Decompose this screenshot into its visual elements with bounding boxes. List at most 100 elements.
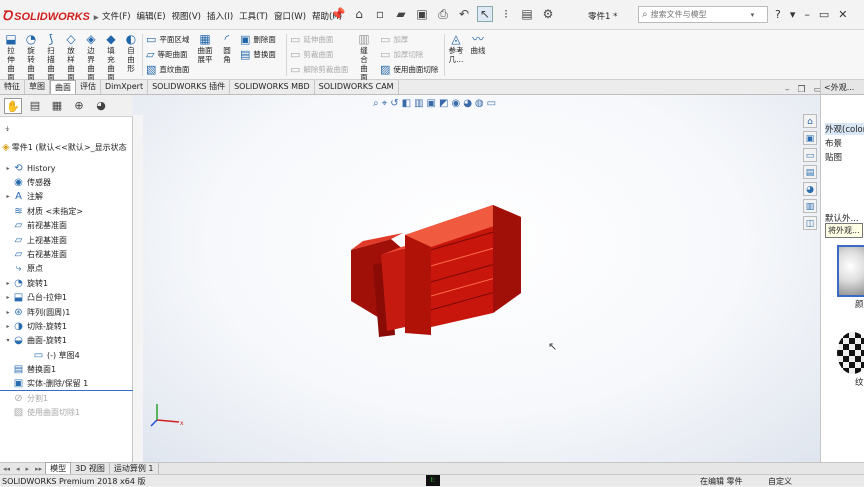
tree-scrollbar[interactable]: [133, 115, 143, 462]
open-folder-icon[interactable]: ▰: [393, 6, 409, 22]
previous-view-icon[interactable]: ↺: [390, 98, 398, 109]
options-gear-icon[interactable]: ⚙: [540, 6, 556, 22]
new-document-icon[interactable]: ▫: [372, 6, 388, 22]
delete-face-button[interactable]: ▣ 删除面: [240, 32, 276, 46]
tab-features[interactable]: 特征: [0, 80, 25, 94]
planar-surface-button[interactable]: ▭ 平面区域: [146, 32, 189, 46]
tree-item[interactable]: ▸ ⊛ 阵列(圆周)1: [0, 305, 70, 319]
file-properties-icon[interactable]: ▤: [519, 6, 535, 22]
unit-system-text[interactable]: 自定义: [768, 476, 792, 487]
revolve-surface-button[interactable]: ◔ 旋转曲面: [22, 32, 40, 82]
file-explorer-icon[interactable]: ▭: [803, 148, 817, 162]
configuration-manager-tab-icon[interactable]: ▦: [48, 98, 66, 114]
view-palette-icon[interactable]: ▤: [803, 165, 817, 179]
first-tab-icon[interactable]: ◂◂: [0, 465, 13, 473]
print-icon[interactable]: ⎙: [435, 6, 451, 22]
knit-surface-button[interactable]: ▥ 缝合曲面: [354, 32, 374, 82]
help-icon[interactable]: ?: [775, 8, 781, 21]
cut-with-surface-button[interactable]: ▨ 使用曲面切除: [380, 62, 438, 76]
traffic-light-icon[interactable]: ⁝: [498, 6, 514, 22]
tree-item[interactable]: ▸ ◑ 切除-旋转1: [0, 319, 67, 333]
last-tab-icon[interactable]: ▸▸: [32, 465, 45, 473]
menu-view[interactable]: 视图(V): [172, 10, 201, 22]
sweep-surface-button[interactable]: ⟆ 扫描曲面: [42, 32, 60, 82]
minimize-button[interactable]: –: [804, 8, 810, 21]
tree-item[interactable]: ◉ 传感器: [0, 175, 51, 189]
menu-tools[interactable]: 工具(T): [239, 10, 268, 22]
previous-tab-icon[interactable]: ◂: [13, 465, 23, 473]
tree-item[interactable]: ▱ 前视基准面: [0, 219, 67, 233]
curves-button[interactable]: 〰曲线: [468, 32, 488, 55]
maximize-button[interactable]: ▭: [819, 8, 829, 21]
home-icon[interactable]: ⌂: [803, 114, 817, 128]
tree-item[interactable]: ▸ ◔ 旋转1: [0, 276, 48, 290]
chevron-down-icon[interactable]: ▾: [751, 11, 755, 19]
red-part-model[interactable]: [343, 195, 543, 345]
appearances-icon[interactable]: ◕: [803, 182, 817, 196]
tree-item[interactable]: ⤷ 原点: [0, 262, 43, 276]
boundary-surface-button[interactable]: ◈ 边界曲面: [82, 32, 100, 82]
tab-cam[interactable]: SOLIDWORKS CAM: [315, 80, 399, 94]
expand-arrow-icon[interactable]: ▸: [4, 309, 12, 316]
select-pointer-icon[interactable]: ↖: [477, 6, 493, 22]
offset-surface-button[interactable]: ▱ 等距曲面: [146, 47, 187, 61]
display-style-icon[interactable]: ◩: [439, 98, 448, 109]
decal-item[interactable]: 贴图: [825, 151, 842, 163]
tree-item[interactable]: ≋ 材质 <未指定>: [0, 204, 83, 218]
dynamic-annotation-icon[interactable]: ▥: [414, 98, 423, 109]
property-manager-tab-icon[interactable]: ▤: [26, 98, 44, 114]
reference-geometry-button[interactable]: ◬ 参考几...: [446, 32, 466, 64]
restore-button[interactable]: ❐: [798, 85, 806, 95]
expand-arrow-icon[interactable]: ▸: [4, 280, 12, 287]
zoom-area-icon[interactable]: ⌖: [382, 98, 388, 109]
tree-item[interactable]: ▸ ⬓ 凸台-拉伸1: [0, 291, 67, 305]
thicken-button[interactable]: ▭ 加厚: [380, 32, 408, 46]
next-tab-icon[interactable]: ▸: [23, 465, 33, 473]
tab-evaluate[interactable]: 评估: [76, 80, 101, 94]
tree-item[interactable]: ▨ 使用曲面切除1: [0, 406, 80, 420]
tree-item[interactable]: ▸ A 注解: [0, 190, 43, 204]
tree-item[interactable]: ▾ ◒ 曲面-旋转1: [0, 334, 67, 348]
menu-insert[interactable]: 插入(I): [207, 10, 233, 22]
display-manager-tab-icon[interactable]: ◕: [92, 98, 110, 114]
view-settings-icon[interactable]: ▭: [487, 98, 496, 109]
menu-window[interactable]: 窗口(W): [274, 10, 306, 22]
menu-file[interactable]: 文件(F): [102, 10, 131, 22]
minimize-button[interactable]: –: [785, 85, 790, 95]
thicken-cut-button[interactable]: ▭ 加厚切除: [380, 47, 423, 61]
replace-face-button[interactable]: ▤ 替换面: [240, 47, 276, 61]
close-button[interactable]: ✕: [838, 8, 847, 21]
apply-scene-icon[interactable]: ◍: [475, 98, 484, 109]
hide-show-icon[interactable]: ◉: [451, 98, 460, 109]
appearance-swatch-texture[interactable]: [837, 332, 864, 374]
tab-motion-study[interactable]: 运动算例 1: [110, 463, 159, 474]
search-input[interactable]: [650, 10, 751, 19]
tree-item[interactable]: ▱ 右视基准面: [0, 247, 67, 261]
design-library-icon[interactable]: ▣: [803, 131, 817, 145]
home-icon[interactable]: ⌂: [351, 6, 367, 22]
expand-arrow-icon[interactable]: ▸: [4, 294, 12, 301]
tab-sketch[interactable]: 草图: [25, 80, 50, 94]
edit-appearance-icon[interactable]: ◕: [463, 98, 472, 109]
pin-icon[interactable]: 📌: [330, 6, 346, 22]
expand-arrow-icon[interactable]: ▸: [4, 323, 12, 330]
freeform-button[interactable]: ◐ 自由形: [122, 32, 140, 73]
appearance-swatch-color[interactable]: [837, 245, 864, 297]
scene-item[interactable]: 布景: [825, 137, 842, 149]
tree-item[interactable]: ⊘ 分割1: [0, 391, 48, 405]
zoom-to-fit-icon[interactable]: ⌕: [373, 98, 379, 109]
expand-arrow-icon[interactable]: ▸: [4, 193, 12, 200]
tree-item[interactable]: ▤ 替换面1: [0, 363, 56, 377]
tab-dimxpert[interactable]: DimXpert: [101, 80, 149, 94]
feature-manager-tab-icon[interactable]: ✋: [4, 97, 22, 114]
trim-surface-button[interactable]: ▭ 剪裁曲面: [290, 47, 333, 61]
fillet-button[interactable]: ◜ 圆角: [218, 32, 236, 64]
filter-icon[interactable]: ⍖: [4, 122, 11, 136]
save-icon[interactable]: ▣: [414, 6, 430, 22]
tab-surfaces[interactable]: 曲面: [50, 80, 76, 94]
surface-flatten-button[interactable]: ▦ 曲面展平: [196, 32, 214, 64]
search-box[interactable]: ⌕ ▾: [638, 6, 768, 23]
undo-icon[interactable]: ↶: [456, 6, 472, 22]
tree-item[interactable]: ▸ ⟲ History: [0, 161, 55, 175]
tree-item[interactable]: ▣ 实体-删除/保留 1: [0, 377, 133, 391]
